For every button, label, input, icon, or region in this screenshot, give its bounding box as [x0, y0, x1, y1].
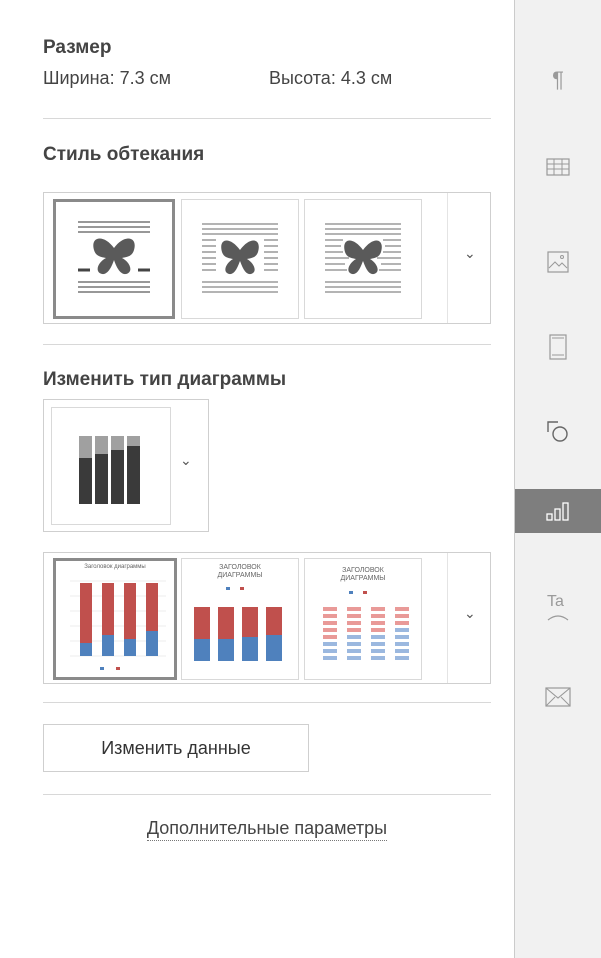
- wrap-style-title: Стиль обтекания: [43, 144, 205, 165]
- wrap-option-square[interactable]: [181, 199, 299, 319]
- wrap-option-tight[interactable]: [304, 199, 422, 319]
- width-label: Ширина: 7.3 см: [43, 68, 171, 88]
- mail-merge-settings-tab[interactable]: [515, 675, 601, 719]
- wrap-tight-icon: [325, 223, 401, 293]
- edit-data-button[interactable]: Изменить данные: [43, 724, 309, 772]
- separator: [43, 702, 491, 703]
- chart-style-title: ЗАГОЛОВОК ДИАГРАММЫ: [217, 564, 263, 579]
- chevron-down-icon: ⌄: [180, 452, 192, 468]
- height-label: Высота: 4.3 см: [269, 68, 393, 88]
- separator: [43, 794, 491, 795]
- mail-merge-icon: [545, 687, 571, 707]
- size-title: Размер: [43, 37, 112, 58]
- advanced-settings-link-wrap: Дополнительные параметры: [0, 818, 534, 841]
- wrap-inline-icon: [78, 221, 150, 293]
- separator: [43, 118, 491, 119]
- chart-settings-tab[interactable]: [515, 489, 601, 533]
- chart-style-preview: [70, 580, 166, 670]
- chart-style-option-2[interactable]: ЗАГОЛОВОК ДИАГРАММЫ: [181, 558, 299, 680]
- chevron-down-icon: ⌄: [464, 605, 476, 621]
- chart-style-picker: Заголовок диаграммы ЗАГОЛОВОК ДИАГРАММЫ: [43, 552, 491, 684]
- chart-style-option-1[interactable]: Заголовок диаграммы: [53, 558, 177, 680]
- textart-icon: Ta: [547, 593, 569, 621]
- advanced-settings-link[interactable]: Дополнительные параметры: [146, 818, 388, 841]
- image-icon: [547, 251, 569, 273]
- svg-text:Ta: Ta: [547, 593, 564, 610]
- shape-icon: [547, 421, 568, 442]
- chart-icon: [546, 502, 569, 521]
- paragraph-icon: ¶: [552, 67, 564, 92]
- chart-type-current[interactable]: [51, 407, 171, 525]
- table-settings-tab[interactable]: [515, 145, 601, 189]
- stacked-column-chart-icon: [79, 436, 140, 504]
- chart-style-dropdown[interactable]: ⌄: [447, 553, 492, 683]
- shape-settings-tab[interactable]: [515, 410, 601, 454]
- table-icon: [546, 158, 570, 176]
- chart-style-option-3[interactable]: ЗАГОЛОВОК ДИАГРАММЫ: [304, 558, 422, 680]
- wrap-square-icon: [202, 223, 278, 293]
- header-footer-icon: [549, 334, 567, 360]
- chart-settings-panel: Размер Ширина: 7.3 см Высота: 4.3 см Сти…: [0, 0, 514, 958]
- wrap-style-picker: ⌄: [43, 192, 491, 324]
- wrap-option-inline[interactable]: [53, 199, 175, 319]
- image-settings-tab[interactable]: [515, 240, 601, 284]
- right-sidebar: ¶ Ta: [514, 0, 601, 958]
- chart-type-picker[interactable]: ⌄: [43, 399, 209, 532]
- separator: [43, 344, 491, 345]
- wrap-style-dropdown[interactable]: ⌄: [447, 193, 492, 323]
- header-footer-settings-tab[interactable]: [515, 325, 601, 369]
- chart-style-title: ЗАГОЛОВОК ДИАГРАММЫ: [340, 567, 386, 582]
- textart-settings-tab[interactable]: Ta: [515, 584, 601, 628]
- chart-type-title: Изменить тип диаграммы: [43, 369, 287, 390]
- paragraph-settings-tab[interactable]: ¶: [515, 58, 601, 102]
- chevron-down-icon: ⌄: [464, 245, 476, 261]
- chart-style-title: Заголовок диаграммы: [84, 564, 146, 570]
